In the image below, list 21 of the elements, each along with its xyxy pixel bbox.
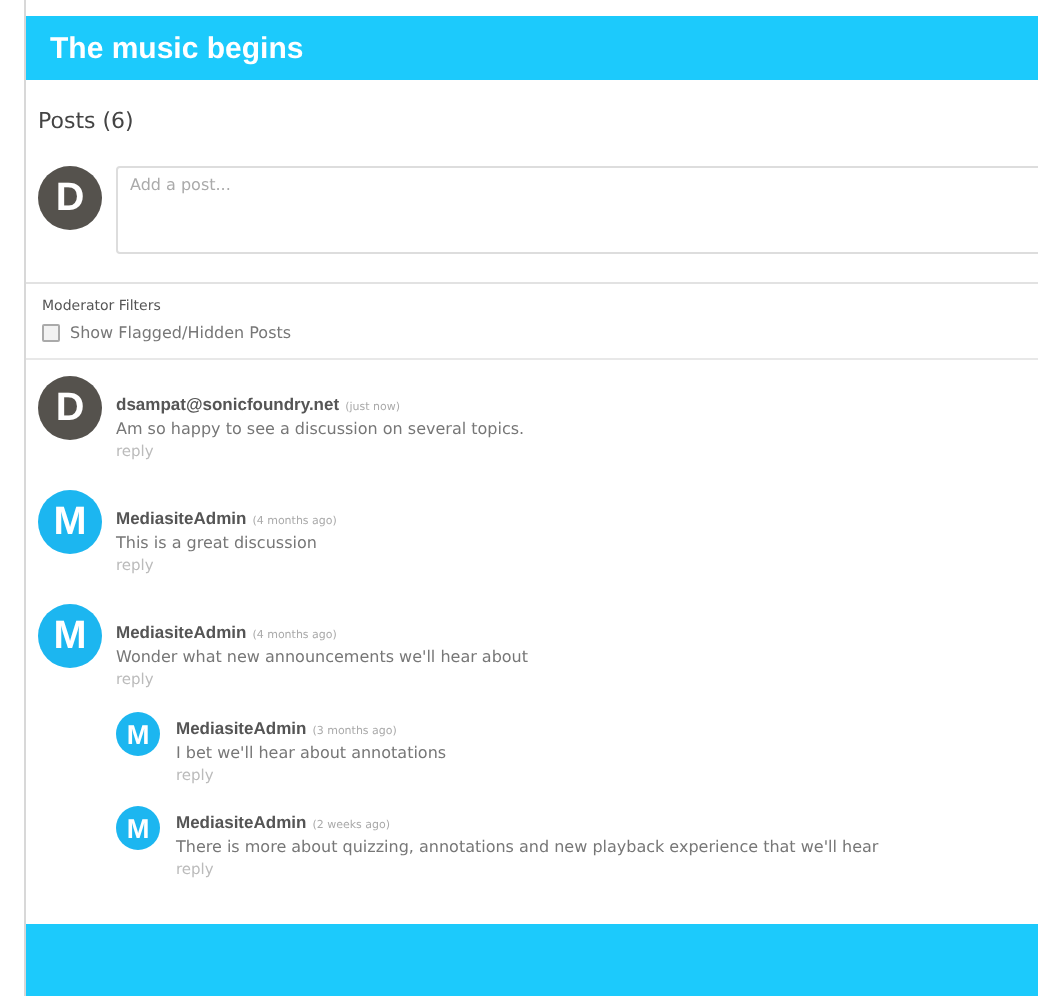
- avatar-icon: M: [116, 712, 160, 756]
- discussion-title: The music begins: [50, 32, 304, 66]
- post-text: Am so happy to see a discussion on several topics.: [116, 420, 525, 438]
- avatar-icon: D: [38, 166, 102, 230]
- post-text: There is more about quizzing, annotations and new playback experience that we'll hear: [176, 838, 879, 856]
- posts-heading: Posts (6): [38, 108, 136, 134]
- post-text: This is a great discussion: [116, 534, 319, 552]
- author-name: MediasiteAdmin: [116, 622, 247, 642]
- post-text: I bet we'll hear about annotations: [176, 744, 447, 762]
- checkbox[interactable]: [42, 324, 60, 342]
- post-text: Wonder what new announcements we'll hear about: [116, 648, 529, 666]
- avatar-icon: M: [116, 806, 160, 850]
- avatar-icon: M: [38, 604, 102, 668]
- avatar-icon: D: [38, 376, 102, 440]
- avatar-icon: M: [38, 490, 102, 554]
- post-input-field[interactable]: Add a post...: [116, 166, 1038, 254]
- author-name: MediasiteAdmin: [176, 718, 307, 738]
- author-name: dsampat@sonicfoundry.net: [116, 394, 340, 414]
- checkbox-label: Show Flagged/Hidden Posts: [70, 324, 292, 342]
- author-name: MediasiteAdmin: [176, 812, 307, 832]
- author-name: MediasiteAdmin: [116, 508, 247, 528]
